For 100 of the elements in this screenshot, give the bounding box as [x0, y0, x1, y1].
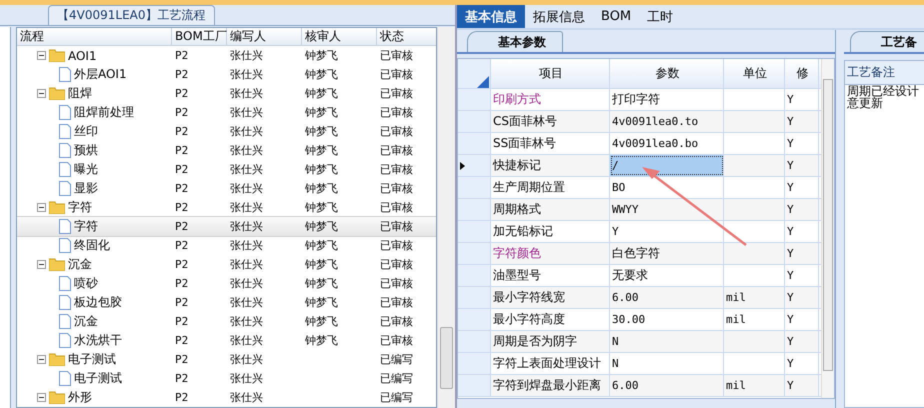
table-cell-text: 张仕兴 — [228, 314, 264, 329]
table-cell-text: 已审核 — [378, 181, 414, 196]
table-cell-text: P2 — [174, 258, 190, 271]
document-icon — [58, 105, 71, 120]
table-cell-text: P2 — [174, 182, 190, 195]
table-cell-text: 已审核 — [378, 200, 414, 215]
panel-tab[interactable]: 基本参数 — [467, 31, 563, 52]
tab[interactable]: 基本信息 — [457, 5, 525, 28]
tree-row[interactable]: 电子测试 P2 张仕兴 已编写 — [16, 350, 436, 369]
column-header: 流程 — [16, 28, 172, 45]
tree-row[interactable]: 电子测试 P2 张仕兴 已编写 — [16, 369, 436, 388]
tree-label: 曝光 — [74, 161, 98, 178]
tree-row[interactable]: 显影 P2 张仕兴 钟梦飞 已审核 — [16, 179, 436, 198]
tab[interactable]: 拓展信息 — [525, 5, 593, 28]
tab[interactable]: BOM — [593, 5, 640, 28]
row-header[interactable] — [458, 155, 491, 176]
table-cell[interactable]: 打印字符 — [610, 89, 724, 110]
tree-row[interactable]: 阻焊前处理 P2 张仕兴 钟梦飞 已审核 — [16, 103, 436, 122]
table-cell-text: 张仕兴 — [228, 352, 264, 367]
tree-label: 板边包胶 — [74, 294, 122, 311]
field-label: 工艺备注 — [845, 61, 924, 85]
table-cell: Y — [785, 353, 819, 374]
note-text: 周期已经设计 — [846, 85, 920, 97]
collapse-icon[interactable] — [36, 355, 46, 364]
tree-row[interactable]: 字符 P2 张仕兴 钟梦飞 已审核 — [16, 198, 436, 217]
tree-label: 外层AOI1 — [74, 66, 127, 83]
table-cell[interactable]: 6.00 — [610, 287, 724, 308]
column-header: 项目 — [491, 59, 610, 88]
table-cell: 字符颜色 — [491, 243, 610, 264]
collapse-icon[interactable] — [36, 89, 46, 98]
note-text: 意更新 — [846, 97, 883, 109]
collapse-icon[interactable] — [36, 203, 46, 212]
tree-row[interactable]: 沉金 P2 张仕兴 钟梦飞 已审核 — [16, 312, 436, 331]
table-cell: Y — [785, 155, 819, 176]
table-cell-text: 钟梦飞 — [304, 333, 339, 348]
table-cell-text: 张仕兴 — [228, 219, 264, 234]
scrollbar[interactable] — [821, 59, 834, 398]
table-cell[interactable]: N — [610, 331, 724, 352]
table-cell-text: P2 — [174, 315, 190, 328]
table-cell[interactable]: 4v0091lea0.to — [610, 111, 724, 132]
table-cell[interactable]: 30.00 — [610, 309, 724, 330]
tree-label: 喷砂 — [74, 275, 98, 292]
table-cell: 周期是否为阴字 — [491, 331, 610, 352]
table-cell-text: P2 — [174, 163, 190, 176]
table-cell-text: P2 — [174, 277, 190, 290]
table-cell-text: 已审核 — [378, 86, 414, 101]
collapse-icon[interactable] — [36, 393, 46, 402]
table-cell[interactable]: Y — [610, 221, 724, 242]
column-header: 单位 — [724, 59, 785, 88]
tree-row[interactable]: 板边包胶 P2 张仕兴 钟梦飞 已审核 — [16, 293, 436, 312]
table-cell-text: 钟梦飞 — [304, 124, 339, 139]
table-cell-text: 钟梦飞 — [304, 105, 339, 120]
table-cell: Y — [785, 221, 819, 242]
panel-tab[interactable]: 工艺备 — [850, 31, 924, 52]
tab[interactable]: 工时 — [639, 5, 682, 28]
table-cell: 加无铅标记 — [491, 221, 610, 242]
tree-label: 字符 — [74, 218, 98, 235]
collapse-icon[interactable] — [36, 51, 46, 60]
folder-icon — [48, 258, 65, 271]
tree-label: 电子测试 — [74, 370, 122, 387]
current-row-icon — [460, 162, 465, 170]
tree-row[interactable]: 水洗烘干 P2 张仕兴 钟梦飞 已审核 — [16, 331, 436, 350]
tree-label: 阻焊 — [68, 85, 92, 102]
table-cell[interactable]: / — [610, 155, 724, 176]
column-header: BOM工厂 — [172, 28, 227, 45]
table-cell: CS面菲林号 — [491, 111, 610, 132]
collapse-icon[interactable] — [36, 260, 46, 269]
table-cell-text: 张仕兴 — [228, 67, 264, 82]
tree-row[interactable]: 喷砂 P2 张仕兴 钟梦飞 已审核 — [16, 274, 436, 293]
table-cell-text: P2 — [174, 353, 190, 366]
tree-row[interactable]: 外形 P2 张仕兴 已编写 — [16, 388, 436, 407]
tree-label: 丝印 — [74, 123, 98, 140]
tree-row[interactable]: 终固化 P2 张仕兴 钟梦飞 已审核 — [16, 236, 436, 255]
column-header: 编写人 — [226, 28, 302, 45]
tree-row[interactable]: 字符 P2 张仕兴 钟梦飞 已审核 — [16, 217, 436, 236]
table-cell-text: P2 — [174, 106, 190, 119]
table-cell: SS面菲林号 — [491, 133, 610, 154]
select-all-corner[interactable] — [458, 59, 491, 88]
folder-icon — [48, 87, 65, 100]
scrollbar[interactable] — [437, 27, 456, 408]
tree-row[interactable]: 阻焊 P2 张仕兴 钟梦飞 已审核 — [16, 84, 436, 103]
table-cell[interactable]: 白色字符 — [610, 243, 724, 264]
tree-row[interactable]: 外层AOI1 P2 张仕兴 钟梦飞 已审核 — [16, 65, 436, 84]
table-cell: Y — [785, 111, 819, 132]
table-cell[interactable]: 6.00 — [610, 375, 724, 396]
table-cell-text: 张仕兴 — [228, 162, 264, 177]
folder-icon — [48, 201, 65, 214]
panel-title: 【4V0091LEA0】工艺流程 — [48, 5, 214, 25]
tree-row[interactable]: 丝印 P2 张仕兴 钟梦飞 已审核 — [16, 122, 436, 141]
table-cell[interactable]: WWYY — [610, 199, 724, 220]
table-cell-text: 已审核 — [378, 219, 414, 234]
tree-row[interactable]: AOI1 P2 张仕兴 钟梦飞 已审核 — [16, 46, 436, 65]
table-cell[interactable]: N — [610, 353, 724, 374]
tree-row[interactable]: 预烘 P2 张仕兴 钟梦飞 已审核 — [16, 141, 436, 160]
table-cell-text: 已审核 — [378, 333, 414, 348]
table-cell[interactable]: 4v0091lea0.bo — [610, 133, 724, 154]
table-cell[interactable]: 无要求 — [610, 265, 724, 286]
tree-row[interactable]: 曝光 P2 张仕兴 钟梦飞 已审核 — [16, 160, 436, 179]
tree-row[interactable]: 沉金 P2 张仕兴 钟梦飞 已审核 — [16, 255, 436, 274]
table-cell-text: P2 — [174, 49, 190, 62]
